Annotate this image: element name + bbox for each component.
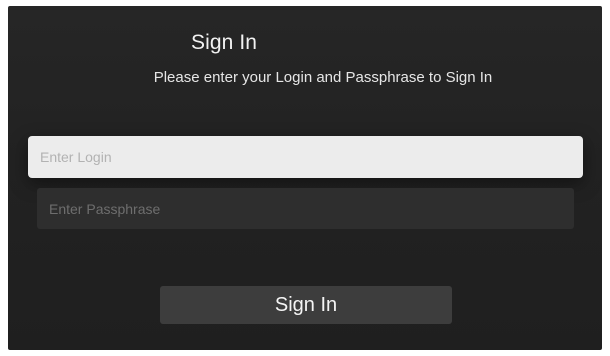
passphrase-input[interactable] — [37, 188, 574, 229]
login-input[interactable] — [28, 136, 583, 178]
sign-in-button[interactable]: Sign In — [160, 286, 452, 324]
page-title: Sign In — [191, 31, 258, 54]
sign-in-button-label: Sign In — [274, 293, 338, 316]
sign-in-screen: Sign In Please enter your Login and Pass… — [8, 6, 602, 350]
page-subtitle: Please enter your Login and Passphrase t… — [153, 69, 493, 86]
